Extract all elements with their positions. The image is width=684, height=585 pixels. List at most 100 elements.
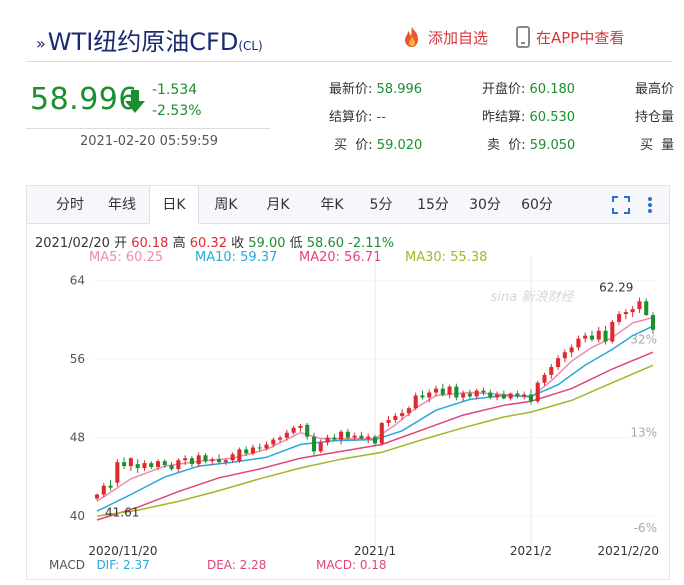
add-watchlist-button[interactable]: 添加自选 (402, 26, 488, 48)
candle-body (596, 330, 601, 340)
candle-body (162, 461, 167, 466)
candle-body (556, 358, 561, 368)
candle-body (115, 462, 120, 483)
candle-body (650, 315, 656, 330)
candle-body (379, 422, 384, 444)
candlestick-chart[interactable]: 6456484032%13%-6%sina 新浪财经62.2941.612020… (27, 186, 669, 579)
candle-body (257, 447, 262, 449)
chart-panel: 分时 年线 日K 周K 月K 年K 5分 15分 30分 60分 2021/02… (26, 185, 670, 580)
x-tick-label: 2021/2/20 (597, 544, 659, 558)
low-annotation: 41.61 (105, 505, 139, 519)
candle-body (623, 312, 628, 315)
candle-body (230, 454, 235, 461)
right-axis-tick-label: 13% (630, 426, 657, 440)
open-in-app-label: 在APP中查看 (536, 28, 625, 47)
candle-body (522, 394, 527, 397)
field-bid-volume: 买 量 (640, 134, 674, 153)
candle-body (271, 439, 276, 445)
candle-body (352, 435, 357, 438)
field-label: 最新价: (329, 82, 373, 97)
page-header: »WTI纽约原油CFD(CL) 添加自选 在APP中查看 (26, 14, 672, 62)
candle-body (386, 419, 391, 423)
candle-body (318, 442, 323, 452)
field-value: 58.996 (376, 82, 423, 97)
candle-body (549, 367, 554, 375)
candle-body (196, 455, 201, 465)
candle-body (142, 463, 147, 469)
candle-body (372, 436, 378, 444)
candle-body (155, 461, 161, 468)
high-annotation: 62.29 (599, 280, 633, 294)
y-tick-label: 56 (70, 352, 85, 366)
candle-body (474, 390, 479, 397)
candle-body (108, 485, 113, 488)
open-in-app-button[interactable]: 在APP中查看 (516, 26, 624, 48)
candle-body (508, 393, 513, 399)
field-label: 最高价 (635, 82, 675, 97)
candle-body (244, 449, 249, 454)
candle-body (644, 301, 649, 316)
candle-body (542, 374, 547, 383)
field-ask: 卖 价: 59.050 (487, 134, 575, 153)
candle-body (400, 413, 405, 417)
last-price: 58.996 (30, 82, 138, 117)
instrument-code: (CL) (238, 39, 263, 53)
candle-body (495, 394, 500, 398)
candle-body (183, 458, 188, 461)
y-tick-label: 40 (70, 509, 85, 523)
candle-body (345, 431, 350, 438)
candle-body (264, 444, 269, 449)
candle-body (589, 335, 595, 340)
candle-body (630, 309, 635, 313)
candle-body (413, 395, 418, 409)
field-label: 买 价: (334, 138, 373, 153)
candle-body (223, 460, 228, 463)
field-label: 卖 价: (487, 138, 526, 153)
candle-body (617, 314, 622, 322)
candle-body (447, 386, 452, 395)
price-change: -1.534 -2.53% (152, 80, 202, 122)
fire-icon (405, 27, 418, 47)
candle-body (393, 416, 398, 420)
right-axis-tick-label: -6% (634, 521, 657, 535)
candle-body (189, 458, 194, 465)
add-watchlist-label: 添加自选 (428, 28, 489, 47)
candle-body (359, 435, 364, 439)
candle-body (576, 338, 581, 348)
candle-body (176, 460, 181, 470)
field-value: 60.530 (529, 110, 576, 125)
candle-body (454, 386, 459, 398)
field-value: 59.050 (529, 138, 576, 153)
candle-body (603, 330, 608, 342)
field-value: 60.180 (529, 82, 576, 97)
field-bid: 买 价: 59.020 (334, 134, 422, 153)
down-arrow-icon (125, 90, 145, 113)
field-label: 结算价: (329, 110, 373, 125)
phone-icon (516, 26, 530, 48)
instrument-title: »WTI纽约原油CFD(CL) (36, 22, 263, 57)
candle-body (488, 392, 493, 398)
field-value: 59.020 (376, 138, 423, 153)
candle-body (481, 390, 486, 393)
candle-body (298, 425, 303, 428)
candle-body (325, 437, 330, 443)
candle-body (203, 455, 208, 462)
field-open: 开盘价: 60.180 (482, 78, 575, 97)
candle-body (122, 462, 127, 467)
candle-body (149, 463, 154, 468)
candle-body (420, 395, 425, 398)
candle-body (637, 301, 642, 310)
field-label: 昨结算: (482, 110, 526, 125)
candle-body (250, 447, 255, 454)
candle-body (610, 321, 615, 342)
macd-label: MACD (49, 558, 85, 572)
field-latest: 最新价: 58.996 (329, 78, 422, 97)
field-label: 开盘价: (482, 82, 526, 97)
candle-body (501, 394, 506, 399)
candle-body (562, 352, 567, 359)
field-label: 买 量 (640, 138, 675, 153)
candle-body (291, 427, 296, 433)
candle-body (366, 436, 371, 439)
quote-time: 2021-02-20 05:59:59 (80, 134, 219, 149)
change-value: -1.534 (152, 82, 198, 98)
